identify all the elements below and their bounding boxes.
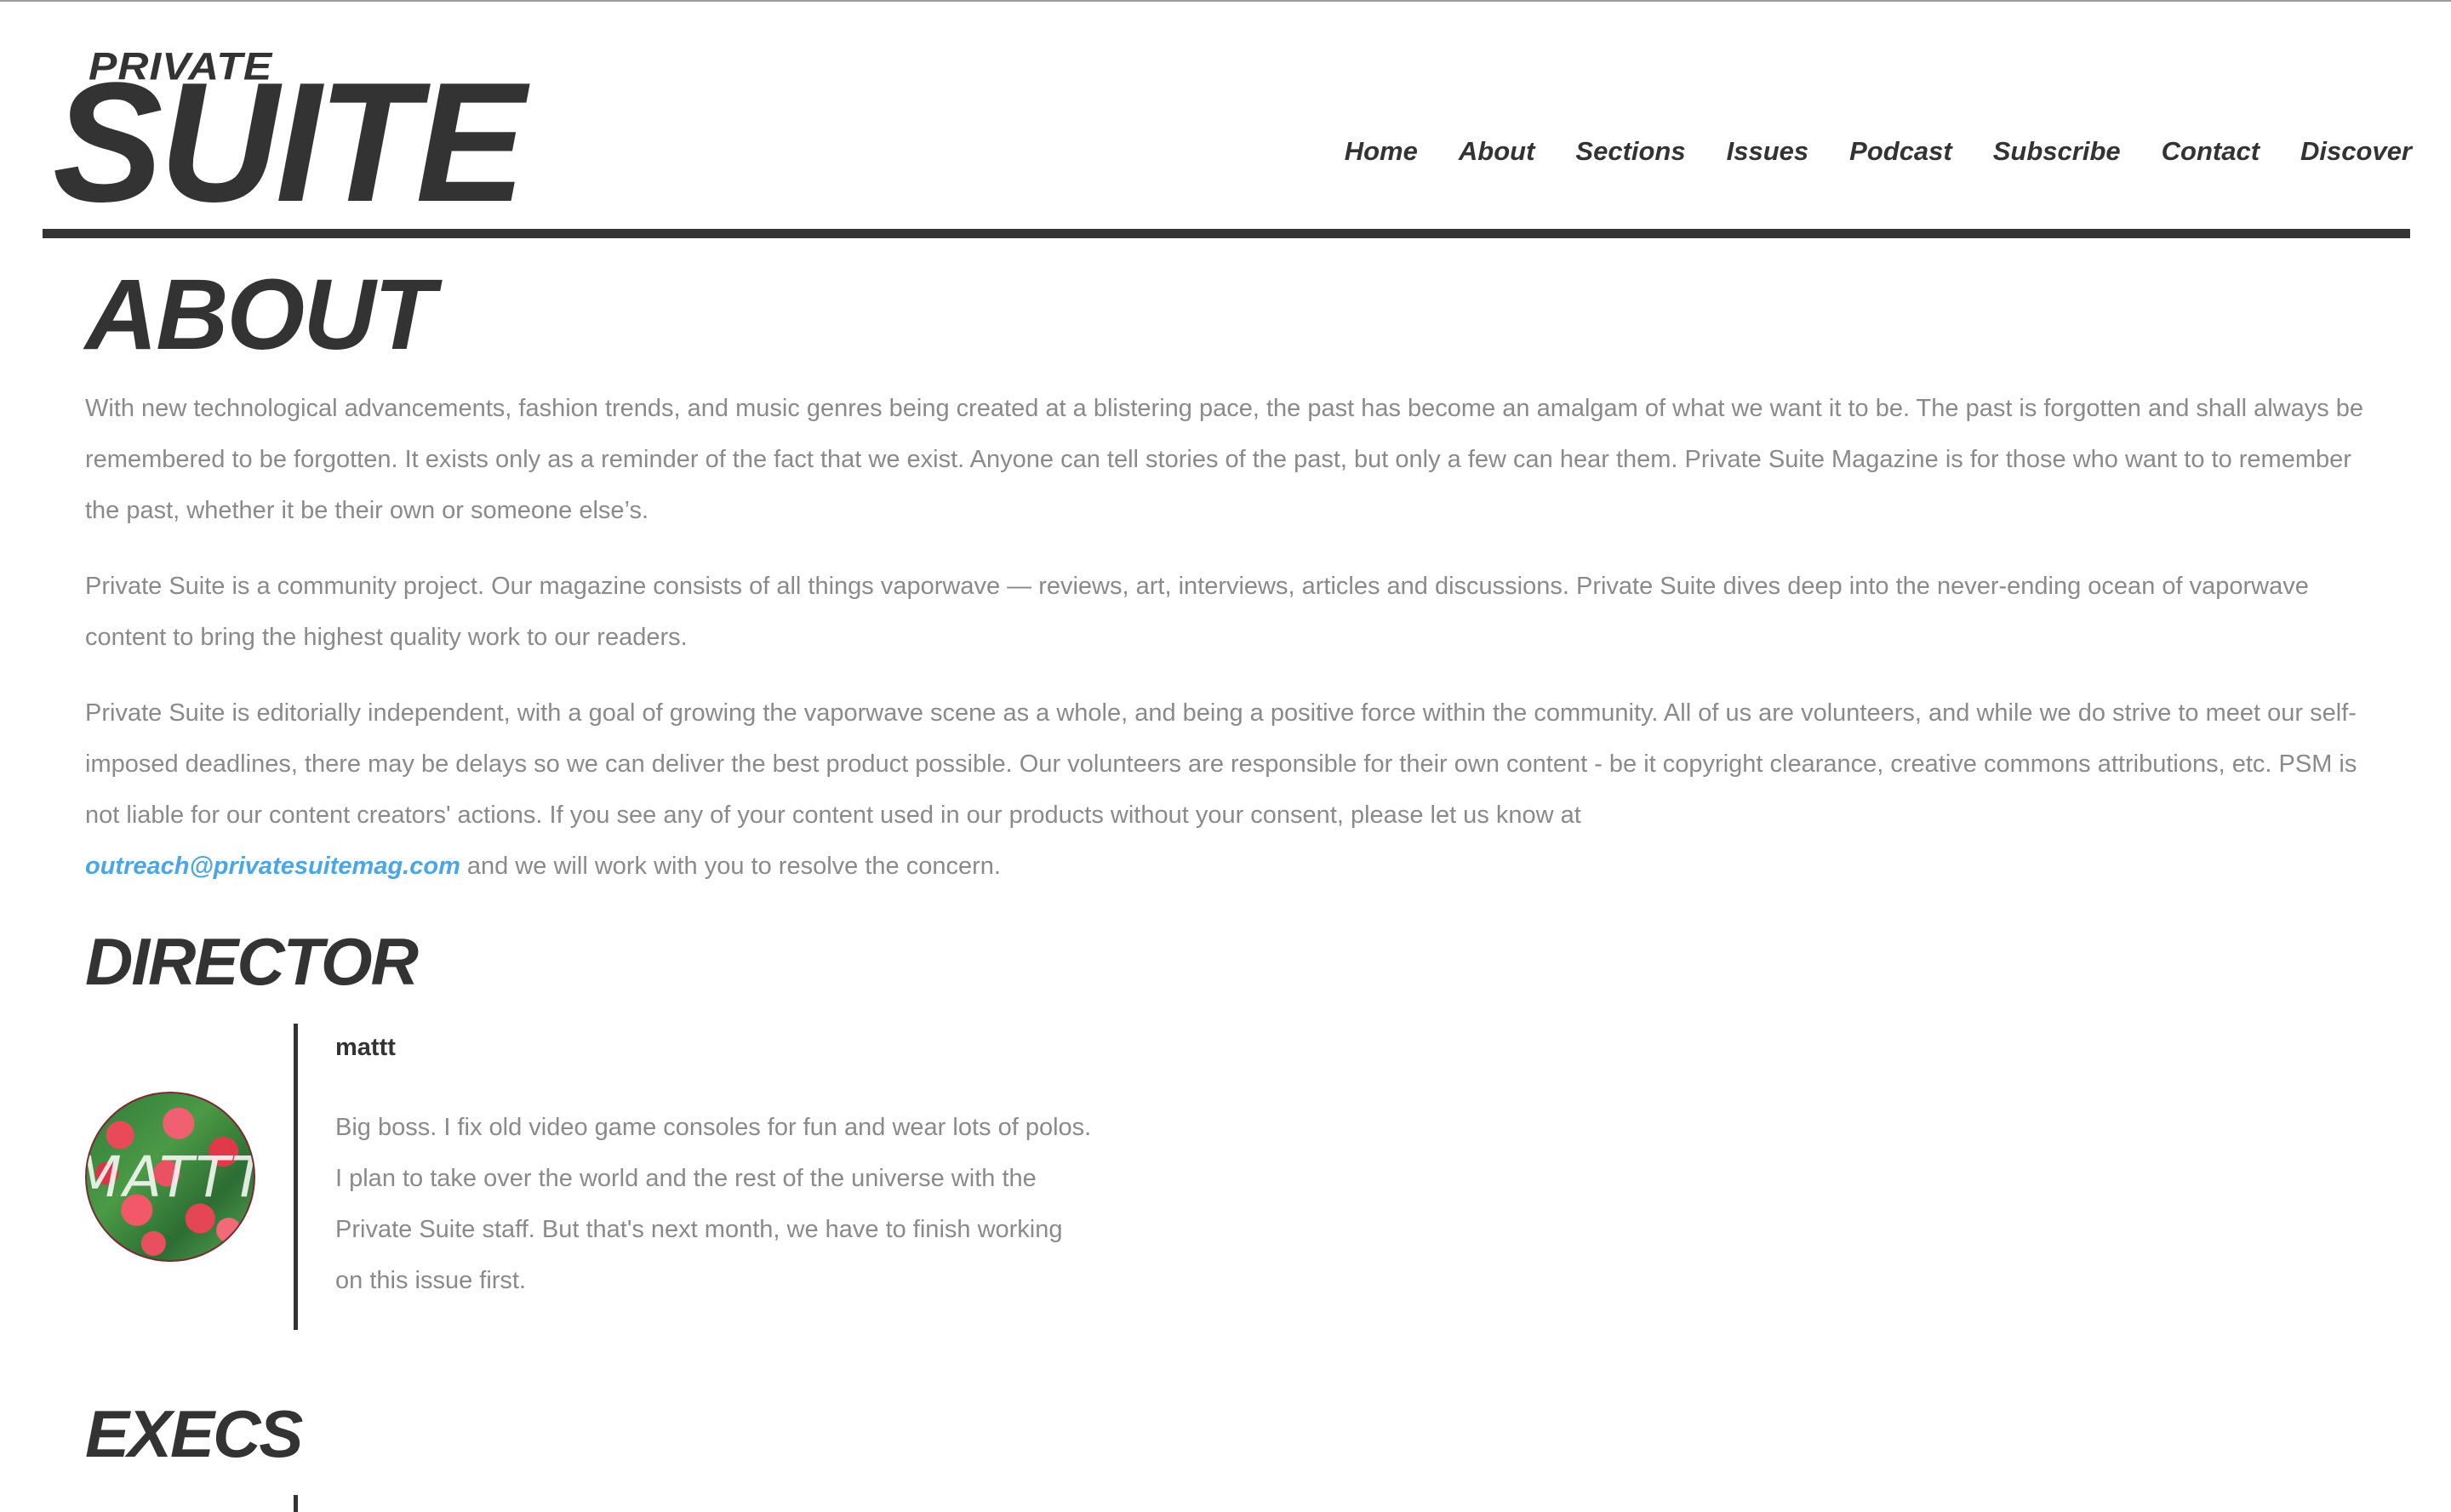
nav-sections[interactable]: Sections (1575, 136, 1685, 167)
avatar: MATTT (85, 1092, 255, 1262)
logo-suite-text: SUITE (53, 48, 526, 237)
nav-issues[interactable]: Issues (1727, 136, 1809, 167)
outreach-email-link[interactable]: outreach@privatesuitemag.com (85, 853, 460, 880)
bio-line: Private Suite staff. But that's next mon… (335, 1216, 1063, 1243)
bio-line: I plan to take over the world and the re… (335, 1165, 1037, 1192)
director-heading: DIRECTOR (85, 924, 419, 999)
nav-subscribe[interactable]: Subscribe (1993, 136, 2121, 167)
nav-podcast[interactable]: Podcast (1849, 136, 1952, 167)
site-header: PRIVATE SUITE Home About Sections Issues… (0, 0, 2451, 242)
bio-line: Big boss. I fix old video game consoles … (335, 1114, 1092, 1141)
execs-divider-bar (294, 1495, 298, 1512)
member-divider-bar (294, 1024, 298, 1330)
nav-about[interactable]: About (1459, 136, 1535, 167)
site-logo[interactable]: PRIVATE SUITE (53, 44, 563, 228)
member-name: mattt (335, 1034, 396, 1061)
nav-home[interactable]: Home (1345, 136, 1418, 167)
main-content: ABOUT With new technological advancement… (85, 255, 2383, 1330)
about-paragraph-2: Private Suite is a community project. Ou… (85, 573, 2309, 651)
about-paragraph-3-text: Private Suite is editorially independent… (85, 699, 2357, 829)
execs-section: EXECS (85, 1387, 303, 1481)
about-paragraph-3-closing: and we will work with you to resolve the… (460, 853, 1001, 880)
avatar-signature: MATTT (87, 1144, 254, 1210)
header-divider (43, 229, 2410, 238)
about-heading: ABOUT (85, 259, 436, 371)
main-nav: Home About Sections Issues Podcast Subsc… (1345, 136, 2412, 167)
execs-heading: EXECS (85, 1396, 303, 1471)
about-paragraph-1: With new technological advancements, fas… (85, 395, 2364, 524)
member-bio: Big boss. I fix old video game consoles … (335, 1102, 1186, 1306)
nav-discover[interactable]: Discover (2300, 136, 2412, 167)
director-card: MATTT mattt Big boss. I fix old video ga… (85, 1024, 2383, 1330)
nav-contact[interactable]: Contact (2162, 136, 2260, 167)
bio-line: on this issue first. (335, 1267, 527, 1294)
about-paragraph-3: Private Suite is editorially independent… (85, 688, 2383, 892)
